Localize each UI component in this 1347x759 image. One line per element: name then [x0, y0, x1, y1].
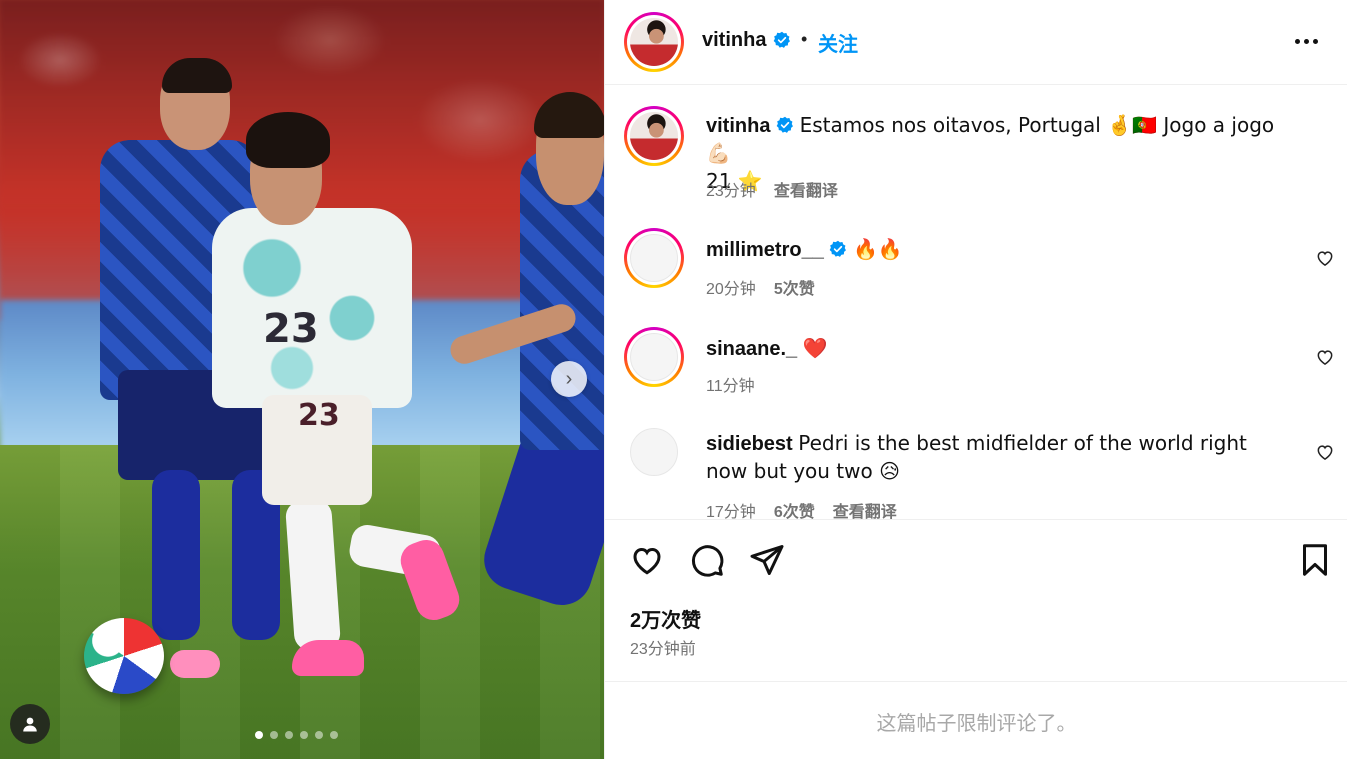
- pink-boot: [170, 650, 220, 678]
- comment-time: 20分钟: [706, 281, 756, 298]
- heart-icon[interactable]: [1315, 248, 1335, 268]
- commenter-avatar-image: [630, 428, 678, 476]
- player-portugal-shorts-number: 23: [298, 398, 340, 433]
- next-slide-button[interactable]: ›: [551, 361, 587, 397]
- comment-time: 11分钟: [706, 378, 755, 395]
- verified-badge-icon: [830, 240, 847, 257]
- comment-time: 17分钟: [706, 504, 756, 519]
- player-portugal-shirt-number: 23: [263, 306, 319, 352]
- share-icon[interactable]: [749, 542, 785, 578]
- player-croatia-left-hair: [162, 58, 232, 93]
- comment-body: 🔥🔥: [852, 237, 903, 261]
- comment-username[interactable]: millimetro__: [706, 239, 824, 261]
- author-username[interactable]: vitinha: [702, 29, 766, 52]
- user-tag-icon: [23, 717, 37, 732]
- tagged-users-button[interactable]: [10, 704, 50, 744]
- caption-meta: 23分钟 查看翻译: [706, 177, 838, 201]
- comment-meta: 20分钟 5次赞: [706, 275, 815, 299]
- comment-likes[interactable]: 6次赞: [774, 498, 815, 519]
- heart-icon[interactable]: [629, 542, 665, 578]
- caption-author-avatar[interactable]: [624, 106, 684, 166]
- carousel-dot: [315, 731, 323, 739]
- comment-text: sidiebest Pedri is the best midfielder o…: [706, 430, 1286, 486]
- post-header: vitinha • 关注: [605, 0, 1347, 85]
- follow-button[interactable]: 关注: [818, 28, 858, 57]
- more-dot: [1303, 38, 1309, 44]
- carousel-dot: [255, 731, 263, 739]
- comment-icon[interactable]: [689, 542, 725, 578]
- commenter-avatar[interactable]: [624, 428, 684, 488]
- carousel-dot: [270, 731, 278, 739]
- comment-username[interactable]: sinaane._: [706, 338, 797, 360]
- verified-badge-icon: [776, 116, 793, 133]
- author-avatar[interactable]: [624, 12, 684, 72]
- commenter-avatar-image: [630, 234, 678, 282]
- likes-count[interactable]: 2万次赞: [630, 604, 701, 633]
- player-croatia-left-sock: [152, 470, 200, 640]
- carousel-dot: [300, 731, 308, 739]
- comments-list[interactable]: vitinha Estamos nos oitavos, Portugal 🤞🇵…: [605, 86, 1347, 519]
- bookmark-icon[interactable]: [1297, 542, 1333, 578]
- comments-limited-notice: 这篇帖子限制评论了。: [876, 712, 1077, 735]
- comment-meta: 17分钟 6次赞 查看翻译: [706, 498, 897, 519]
- comment-translate-link[interactable]: 查看翻译: [833, 498, 897, 519]
- pink-boot: [292, 640, 364, 676]
- player-portugal-hair: [246, 112, 330, 168]
- commenter-avatar[interactable]: [624, 228, 684, 288]
- comment-text: millimetro__ 🔥🔥: [706, 236, 1286, 264]
- caption-username[interactable]: vitinha: [706, 115, 770, 137]
- carousel-indicator: [255, 731, 338, 739]
- football: [84, 618, 164, 694]
- comment-body: ❤️: [802, 336, 828, 360]
- caption-author-avatar-image: [630, 112, 678, 160]
- carousel-dot: [285, 731, 293, 739]
- commenter-avatar-image: [630, 333, 678, 381]
- comment-likes[interactable]: 5次赞: [774, 275, 815, 299]
- more-dot: [1312, 38, 1318, 44]
- header-separator: •: [801, 29, 808, 49]
- author-avatar-image: [630, 18, 678, 66]
- heart-icon[interactable]: [1315, 347, 1335, 367]
- commenter-avatar[interactable]: [624, 327, 684, 387]
- verified-badge-icon: [773, 31, 790, 48]
- posted-time: 23分钟前: [630, 641, 696, 658]
- more-options-icon[interactable]: [1289, 29, 1323, 53]
- comment-text: sinaane._ ❤️: [706, 335, 1286, 363]
- more-dot: [1294, 38, 1300, 44]
- caption-translate-link[interactable]: 查看翻译: [774, 177, 838, 201]
- carousel-dot: [330, 731, 338, 739]
- comment-meta: 11分钟: [706, 372, 755, 396]
- post-details-panel: vitinha • 关注 vitinha Estamos nos oitavos…: [604, 0, 1347, 759]
- post-media[interactable]: 23 23 ›: [0, 0, 604, 759]
- comment-username[interactable]: sidiebest: [706, 433, 793, 455]
- caption-time: 23分钟: [706, 183, 756, 200]
- post-actions: 2万次赞 23分钟前: [605, 519, 1347, 682]
- next-arrow-icon: ›: [565, 367, 573, 390]
- heart-icon[interactable]: [1315, 442, 1335, 462]
